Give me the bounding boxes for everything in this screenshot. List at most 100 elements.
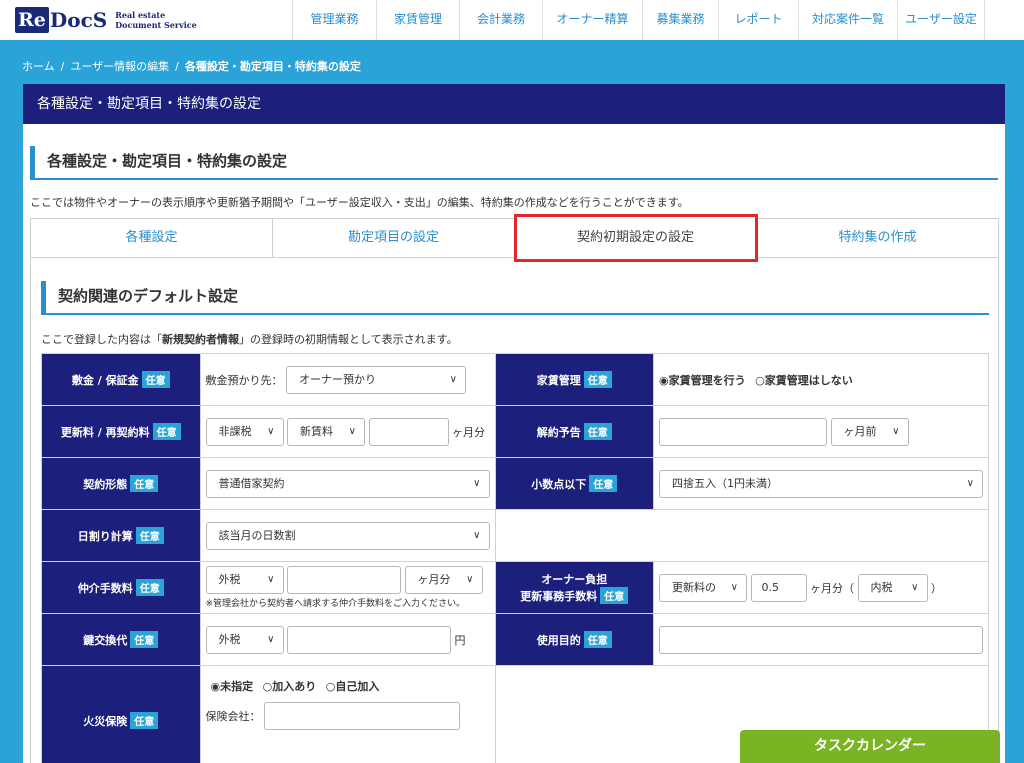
- contract-type-select[interactable]: 普通借家契約 ∨: [205, 469, 490, 498]
- optional-badge: 任意: [152, 423, 181, 440]
- owner-fee-close: ）: [931, 581, 942, 595]
- chevron-down-icon: ∨: [730, 581, 738, 593]
- owner-fee-base-select[interactable]: 更新料の ∨: [659, 573, 747, 602]
- key-tax-select[interactable]: 外税 ∨: [205, 625, 284, 654]
- nav-item-4[interactable]: 募集業務: [642, 0, 718, 40]
- nav-item-5[interactable]: レポート: [718, 0, 798, 40]
- subsection-description: ここで登録した内容は「新規契約者情報」の登録時の初期情報として表示されます。: [41, 331, 458, 347]
- owner-fee-label-line1: オーナー負担: [541, 573, 608, 586]
- fire-company-label: 保険会社：: [205, 710, 261, 723]
- chevron-down-icon: ∨: [911, 581, 919, 593]
- tab-accounts[interactable]: 勘定項目の設定: [273, 219, 515, 257]
- rent-mgmt-off-radio[interactable]: ○家賃管理はしない: [755, 374, 853, 387]
- panel-title: 各種設定・勘定項目・特約集の設定: [23, 84, 1005, 124]
- fire-enrolled-radio[interactable]: ○加入あり: [263, 680, 317, 693]
- nav-item-1[interactable]: 家賃管理: [376, 0, 459, 40]
- owner-fee-base-value: 更新料の: [672, 580, 716, 594]
- renewal-tax-value: 非課税: [218, 424, 252, 438]
- renewal-tax-select[interactable]: 非課税 ∨: [205, 417, 284, 446]
- section-description: ここでは物件やオーナーの表示順序や更新猶予期間や「ユーザー設定収入・支出」の編集…: [30, 196, 689, 209]
- brokerage-amount-input[interactable]: [287, 566, 401, 594]
- deposit-label: 敷金 / 保証金 任意: [41, 353, 201, 406]
- breadcrumb-home[interactable]: ホーム: [22, 60, 55, 73]
- breadcrumb-parent[interactable]: ユーザー情報の編集: [70, 60, 169, 73]
- fire-unspecified-radio[interactable]: ◉未指定: [211, 680, 254, 693]
- chevron-down-icon: ∨: [267, 633, 275, 645]
- decimal-rounding-value: 四捨五入（1円未満）: [672, 476, 778, 490]
- main-panel: 各種設定・勘定項目・特約集の設定 各種設定・勘定項目・特約集の設定 ここでは物件…: [23, 84, 1005, 763]
- decimal-label-text: 小数点以下: [531, 478, 587, 491]
- form-row: 仲介手数料 任意 外税 ∨ ヶ月分 ∨ ※管理会社から契約者へ請求する仲介手数料をご入…: [41, 561, 989, 614]
- owner-fee-amount-input[interactable]: 0.5: [750, 573, 807, 602]
- desc-pre: ここで登録した内容は「: [41, 333, 162, 346]
- purpose-input[interactable]: [659, 625, 983, 654]
- renewal-unit: ヶ月分: [452, 425, 485, 439]
- notice-unit-select[interactable]: ヶ月前 ∨: [830, 417, 909, 446]
- daily-cell: 該当月の日数割 ∨: [199, 509, 496, 562]
- optional-badge: 任意: [130, 475, 159, 492]
- contract-label-text: 契約形態: [83, 478, 128, 491]
- task-calendar-button[interactable]: タスクカレンダー: [740, 730, 1000, 763]
- optional-badge: 任意: [130, 712, 159, 729]
- contract-type-value: 普通借家契約: [218, 476, 285, 490]
- optional-badge: 任意: [130, 631, 159, 648]
- owner-fee-tax-select[interactable]: 内税 ∨: [857, 573, 928, 602]
- chevron-down-icon: ∨: [348, 425, 356, 437]
- daily-calc-value: 該当月の日数割: [218, 528, 296, 542]
- main-nav: 管理業務 家賃管理 会計業務 オーナー精算 募集業務 レポート 対応案件一覧 ユーザー設定: [292, 0, 985, 40]
- logo-sub2: Document Service: [115, 20, 197, 30]
- form-row: 敷金 / 保証金 任意 敷金預かり先： オーナー預かり ∨ 家賃管理 任意 ◉家賃管理…: [41, 353, 989, 406]
- tab-contract-defaults[interactable]: 契約初期設定の設定: [514, 214, 758, 262]
- form-row: 契約形態 任意 普通借家契約 ∨ 小数点以下 任意 四捨五入（1円未満） ∨: [41, 457, 989, 510]
- notice-amount-input[interactable]: [659, 417, 827, 446]
- key-label: 鍵交換代 任意: [41, 613, 201, 666]
- decimal-label: 小数点以下 任意: [494, 457, 654, 510]
- nav-item-6[interactable]: 対応案件一覧: [798, 0, 897, 40]
- nav-item-3[interactable]: オーナー精算: [542, 0, 642, 40]
- decimal-rounding-select[interactable]: 四捨五入（1円未満） ∨: [659, 469, 983, 498]
- fire-self-radio[interactable]: ○自己加入: [326, 680, 380, 693]
- brokerage-unit-select[interactable]: ヶ月分 ∨: [404, 566, 483, 594]
- optional-badge: 任意: [583, 631, 612, 648]
- rent-mgmt-label: 家賃管理 任意: [494, 353, 654, 406]
- daily-label: 日割り計算 任意: [41, 509, 201, 562]
- tab-content: 契約関連のデフォルト設定 ここで登録した内容は「新規契約者情報」の登録時の初期情…: [30, 258, 999, 763]
- nav-item-2[interactable]: 会計業務: [459, 0, 542, 40]
- brokerage-tax-select[interactable]: 外税 ∨: [205, 566, 284, 594]
- section-title: 各種設定・勘定項目・特約集の設定: [30, 146, 998, 180]
- desc-post: 」の登録時の初期情報として表示されます。: [239, 333, 458, 346]
- optional-badge: 任意: [583, 371, 612, 388]
- breadcrumb-current: 各種設定・勘定項目・特約集の設定: [184, 60, 361, 73]
- owner-fee-label-line2: 更新事務手数料: [520, 590, 598, 603]
- desc-bold: 新規契約者情報: [162, 333, 239, 346]
- deposit-holder-select[interactable]: オーナー預かり ∨: [286, 365, 466, 394]
- tab-general[interactable]: 各種設定: [31, 219, 273, 257]
- settings-form: 敷金 / 保証金 任意 敷金預かり先： オーナー預かり ∨ 家賃管理 任意 ◉家賃管理…: [41, 353, 989, 763]
- key-amount-input[interactable]: [287, 625, 451, 654]
- deposit-holder-value: オーナー預かり: [299, 372, 376, 386]
- owner-fee-label: オーナー負担 更新事務手数料 任意: [494, 561, 654, 614]
- renewal-base-select[interactable]: 新賃料 ∨: [287, 417, 365, 446]
- key-unit: 円: [454, 633, 466, 647]
- fire-label-text: 火災保険: [83, 715, 128, 728]
- purpose-label-text: 使用目的: [536, 634, 581, 647]
- notice-label-text: 解約予告: [536, 426, 581, 439]
- brokerage-note: ※管理会社から契約者へ請求する仲介手数料をご入力ください。: [205, 599, 466, 609]
- daily-calc-select[interactable]: 該当月の日数割 ∨: [205, 521, 490, 550]
- brokerage-cell: 外税 ∨ ヶ月分 ∨ ※管理会社から契約者へ請求する仲介手数料をご入力ください。: [199, 561, 496, 614]
- tab-special-clauses[interactable]: 特約集の作成: [757, 219, 998, 257]
- rent-mgmt-on-radio[interactable]: ◉家賃管理を行う: [659, 374, 746, 387]
- fire-company-input[interactable]: [264, 702, 460, 730]
- nav-item-0[interactable]: 管理業務: [292, 0, 376, 40]
- key-tax-value: 外税: [218, 632, 241, 646]
- optional-badge: 任意: [141, 371, 170, 388]
- notice-unit-value: ヶ月前: [843, 424, 877, 438]
- header: Re DocS Real estate Document Service 管理業…: [0, 0, 1024, 40]
- renewal-label-text: 更新料 / 再契約料: [60, 426, 150, 439]
- chevron-down-icon: ∨: [449, 373, 457, 385]
- renewal-months-input[interactable]: [368, 417, 449, 446]
- logo-sub1: Real estate: [115, 10, 166, 20]
- nav-item-7[interactable]: ユーザー設定: [897, 0, 985, 40]
- logo[interactable]: Re DocS Real estate Document Service: [15, 5, 197, 35]
- renewal-cell: 非課税 ∨ 新賃料 ∨ ヶ月分: [199, 405, 496, 458]
